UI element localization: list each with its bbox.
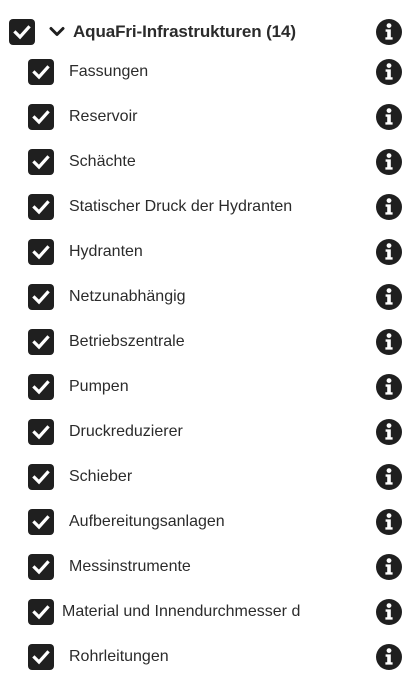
- layer-checkbox[interactable]: [28, 509, 54, 535]
- info-icon[interactable]: [376, 374, 402, 400]
- layer-checkbox[interactable]: [28, 554, 54, 580]
- layer-group-header[interactable]: AquaFri-Infrastrukturen (14): [0, 10, 409, 54]
- info-icon[interactable]: [376, 194, 402, 220]
- info-icon[interactable]: [376, 19, 402, 45]
- checkmark-icon: [32, 290, 50, 305]
- info-icon[interactable]: [376, 419, 402, 445]
- layer-label: Fassungen: [69, 63, 149, 80]
- layer-checkbox[interactable]: [28, 284, 54, 310]
- layer-label: Hydranten: [69, 243, 143, 260]
- layer-row[interactable]: Schieber: [0, 455, 409, 499]
- layer-row[interactable]: Druckreduzierer: [0, 410, 409, 454]
- layer-checkbox[interactable]: [28, 59, 54, 85]
- layer-checkbox[interactable]: [28, 149, 54, 175]
- checkmark-icon: [32, 425, 50, 440]
- layer-checkbox[interactable]: [28, 419, 54, 445]
- checkmark-icon: [32, 380, 50, 395]
- checkmark-icon: [13, 25, 31, 40]
- layer-label: Netzunabhängig: [69, 288, 186, 305]
- layer-row[interactable]: Statischer Druck der Hydranten: [0, 185, 409, 229]
- layer-label: Statischer Druck der Hydranten: [69, 198, 293, 215]
- layer-label: Reservoir: [69, 108, 138, 125]
- checkmark-icon: [32, 110, 50, 125]
- layer-checkbox[interactable]: [28, 329, 54, 355]
- layer-label: Schieber: [69, 468, 133, 485]
- checkmark-icon: [32, 200, 50, 215]
- layer-label: Messinstrumente: [69, 558, 191, 575]
- info-icon[interactable]: [376, 149, 402, 175]
- layer-row[interactable]: Rohrleitungen: [0, 635, 409, 679]
- layer-checkbox[interactable]: [28, 104, 54, 130]
- checkmark-icon: [32, 65, 50, 80]
- checkmark-icon: [32, 515, 50, 530]
- layer-row[interactable]: Pumpen: [0, 365, 409, 409]
- layer-label: Rohrleitungen: [69, 648, 169, 665]
- checkmark-icon: [32, 560, 50, 575]
- layer-row[interactable]: Reservoir: [0, 95, 409, 139]
- info-icon[interactable]: [376, 59, 402, 85]
- layer-label: Pumpen: [69, 378, 129, 395]
- group-title: AquaFri-Infrastrukturen (14): [73, 22, 296, 41]
- layer-checkbox[interactable]: [28, 644, 54, 670]
- layer-label: Aufbereitungsanlagen: [69, 513, 225, 530]
- info-icon[interactable]: [376, 464, 402, 490]
- layer-label: Schächte: [69, 153, 136, 170]
- layer-checkbox[interactable]: [28, 239, 54, 265]
- info-icon[interactable]: [376, 284, 402, 310]
- checkmark-icon: [32, 650, 50, 665]
- layer-row[interactable]: Netzunabhängig: [0, 275, 409, 319]
- layer-checkbox[interactable]: [28, 374, 54, 400]
- layer-checkbox[interactable]: [28, 194, 54, 220]
- layer-row[interactable]: Aufbereitungsanlagen: [0, 500, 409, 544]
- info-icon[interactable]: [376, 644, 402, 670]
- info-icon[interactable]: [376, 509, 402, 535]
- info-icon[interactable]: [376, 239, 402, 265]
- layer-row[interactable]: Hydranten: [0, 230, 409, 274]
- layer-row[interactable]: Messinstrumente: [0, 545, 409, 589]
- info-icon[interactable]: [376, 104, 402, 130]
- info-icon[interactable]: [376, 554, 402, 580]
- checkmark-icon: [32, 470, 50, 485]
- chevron-down-icon[interactable]: [49, 25, 65, 39]
- layer-checkbox[interactable]: [28, 599, 54, 625]
- checkmark-icon: [32, 245, 50, 260]
- layer-checkbox[interactable]: [28, 464, 54, 490]
- group-checkbox[interactable]: [9, 19, 35, 45]
- layer-label: Material und Innendurchmesser d: [62, 603, 301, 620]
- layer-row[interactable]: Material und Innendurchmesser d: [0, 590, 409, 634]
- checkmark-icon: [32, 605, 50, 620]
- info-icon[interactable]: [376, 599, 402, 625]
- info-icon[interactable]: [376, 329, 402, 355]
- checkmark-icon: [32, 335, 50, 350]
- layer-label: Druckreduzierer: [69, 423, 183, 440]
- layer-row[interactable]: Schächte: [0, 140, 409, 184]
- checkmark-icon: [32, 155, 50, 170]
- layer-label: Betriebszentrale: [69, 333, 185, 350]
- layer-row[interactable]: Betriebszentrale: [0, 320, 409, 364]
- layer-row[interactable]: Fassungen: [0, 50, 409, 94]
